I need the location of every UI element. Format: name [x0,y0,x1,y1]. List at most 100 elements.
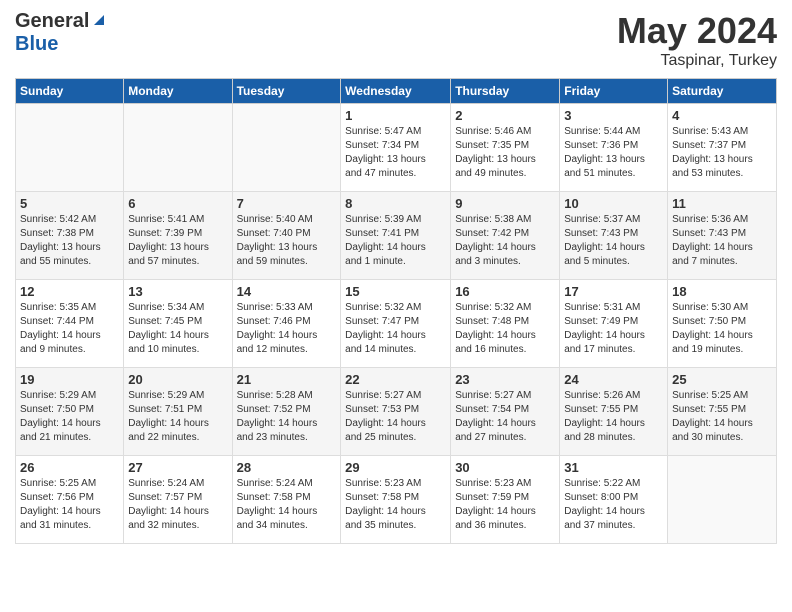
day-number: 21 [237,372,337,387]
day-info: Sunrise: 5:24 AM Sunset: 7:58 PM Dayligh… [237,477,337,533]
day-number: 30 [455,460,555,475]
day-info: Sunrise: 5:28 AM Sunset: 7:52 PM Dayligh… [237,389,337,445]
day-number: 5 [20,196,119,211]
calendar-cell: 14Sunrise: 5:33 AM Sunset: 7:46 PM Dayli… [232,280,341,368]
calendar-table: Sunday Monday Tuesday Wednesday Thursday… [15,78,777,544]
title-block: May 2024 Taspinar, Turkey [617,10,777,70]
calendar-cell [668,456,777,544]
day-number: 14 [237,284,337,299]
calendar-week-2: 5 Sunrise: 5:42 AM Sunset: 7:38 PM Daylig… [16,192,777,280]
calendar-cell: 30 Sunrise: 5:23 AM Sunset: 7:59 PM Dayli… [451,456,560,544]
calendar-cell: 4 Sunrise: 5:43 AM Sunset: 7:37 PM Daylig… [668,104,777,192]
calendar-cell: 7 Sunrise: 5:40 AM Sunset: 7:40 PM Daylig… [232,192,341,280]
calendar-cell: 31 Sunrise: 5:22 AM Sunset: 8:00 PM Dayli… [560,456,668,544]
calendar-cell: 18Sunrise: 5:30 AM Sunset: 7:50 PM Dayli… [668,280,777,368]
day-info: Sunrise: 5:44 AM Sunset: 7:36 PM Dayligh… [564,125,663,181]
calendar-cell: 20Sunrise: 5:29 AM Sunset: 7:51 PM Dayli… [124,368,232,456]
calendar-cell: 12 Sunrise: 5:35 AM Sunset: 7:44 PM Dayli… [16,280,124,368]
day-number: 31 [564,460,663,475]
day-number: 9 [455,196,555,211]
day-number: 25 [672,372,772,387]
calendar-cell: 28 Sunrise: 5:24 AM Sunset: 7:58 PM Dayli… [232,456,341,544]
day-number: 16 [455,284,555,299]
calendar-week-4: 19 Sunrise: 5:29 AM Sunset: 7:50 PM Dayli… [16,368,777,456]
day-number: 18 [672,284,772,299]
calendar-cell: 22 Sunrise: 5:27 AM Sunset: 7:53 PM Dayli… [341,368,451,456]
day-info: Sunrise: 5:22 AM Sunset: 8:00 PM Dayligh… [564,477,663,533]
day-info: Sunrise: 5:23 AM Sunset: 7:59 PM Dayligh… [455,477,555,533]
day-number: 2 [455,108,555,123]
logo-triangle-icon [90,11,108,29]
day-number: 23 [455,372,555,387]
calendar-title: May 2024 [617,10,777,52]
day-info: Sunrise: 5:42 AM Sunset: 7:38 PM Dayligh… [20,213,119,269]
day-info: Sunrise: 5:40 AM Sunset: 7:40 PM Dayligh… [237,213,337,269]
day-info: Sunrise: 5:27 AM Sunset: 7:53 PM Dayligh… [345,389,446,445]
day-number: 27 [128,460,227,475]
day-info: Sunrise: 5:31 AM Sunset: 7:49 PM Dayligh… [564,301,663,357]
day-info: Sunrise: 5:37 AM Sunset: 7:43 PM Dayligh… [564,213,663,269]
calendar-cell: 11Sunrise: 5:36 AM Sunset: 7:43 PM Dayli… [668,192,777,280]
day-info: Sunrise: 5:25 AM Sunset: 7:55 PM Dayligh… [672,389,772,445]
day-info: Sunrise: 5:29 AM Sunset: 7:50 PM Dayligh… [20,389,119,445]
day-info: Sunrise: 5:25 AM Sunset: 7:56 PM Dayligh… [20,477,119,533]
day-number: 7 [237,196,337,211]
day-number: 12 [20,284,119,299]
day-number: 22 [345,372,446,387]
calendar-header: General Blue May 2024 Taspinar, Turkey [15,10,777,70]
day-number: 3 [564,108,663,123]
day-info: Sunrise: 5:24 AM Sunset: 7:57 PM Dayligh… [128,477,227,533]
day-number: 17 [564,284,663,299]
day-number: 11 [672,196,772,211]
day-info: Sunrise: 5:26 AM Sunset: 7:55 PM Dayligh… [564,389,663,445]
day-number: 13 [128,284,227,299]
header-thursday: Thursday [451,79,560,104]
day-number: 20 [128,372,227,387]
day-info: Sunrise: 5:35 AM Sunset: 7:44 PM Dayligh… [20,301,119,357]
logo-blue-text: Blue [15,33,58,55]
logo: General Blue [15,10,108,56]
day-number: 4 [672,108,772,123]
day-number: 28 [237,460,337,475]
calendar-cell: 1 Sunrise: 5:47 AM Sunset: 7:34 PM Daylig… [341,104,451,192]
header-saturday: Saturday [668,79,777,104]
calendar-cell: 23Sunrise: 5:27 AM Sunset: 7:54 PM Dayli… [451,368,560,456]
day-number: 10 [564,196,663,211]
calendar-cell: 29Sunrise: 5:23 AM Sunset: 7:58 PM Dayli… [341,456,451,544]
day-number: 24 [564,372,663,387]
calendar-cell: 13 Sunrise: 5:34 AM Sunset: 7:45 PM Dayli… [124,280,232,368]
header-tuesday: Tuesday [232,79,341,104]
day-number: 19 [20,372,119,387]
calendar-cell: 2Sunrise: 5:46 AM Sunset: 7:35 PM Daylig… [451,104,560,192]
day-info: Sunrise: 5:43 AM Sunset: 7:37 PM Dayligh… [672,125,772,181]
day-info: Sunrise: 5:32 AM Sunset: 7:48 PM Dayligh… [455,301,555,357]
header-monday: Monday [124,79,232,104]
day-number: 1 [345,108,446,123]
header-sunday: Sunday [16,79,124,104]
calendar-cell [124,104,232,192]
day-info: Sunrise: 5:39 AM Sunset: 7:41 PM Dayligh… [345,213,446,269]
day-number: 29 [345,460,446,475]
calendar-cell: 17 Sunrise: 5:31 AM Sunset: 7:49 PM Dayli… [560,280,668,368]
day-info: Sunrise: 5:47 AM Sunset: 7:34 PM Dayligh… [345,125,446,181]
day-info: Sunrise: 5:41 AM Sunset: 7:39 PM Dayligh… [128,213,227,269]
day-info: Sunrise: 5:34 AM Sunset: 7:45 PM Dayligh… [128,301,227,357]
calendar-cell: 3 Sunrise: 5:44 AM Sunset: 7:36 PM Daylig… [560,104,668,192]
calendar-cell: 26Sunrise: 5:25 AM Sunset: 7:56 PM Dayli… [16,456,124,544]
calendar-cell: 27 Sunrise: 5:24 AM Sunset: 7:57 PM Dayli… [124,456,232,544]
day-info: Sunrise: 5:38 AM Sunset: 7:42 PM Dayligh… [455,213,555,269]
calendar-week-5: 26Sunrise: 5:25 AM Sunset: 7:56 PM Dayli… [16,456,777,544]
calendar-week-1: 1 Sunrise: 5:47 AM Sunset: 7:34 PM Daylig… [16,104,777,192]
calendar-cell: 10 Sunrise: 5:37 AM Sunset: 7:43 PM Dayli… [560,192,668,280]
day-number: 6 [128,196,227,211]
calendar-cell: 5 Sunrise: 5:42 AM Sunset: 7:38 PM Daylig… [16,192,124,280]
calendar-cell: 25 Sunrise: 5:25 AM Sunset: 7:55 PM Dayli… [668,368,777,456]
calendar-week-3: 12 Sunrise: 5:35 AM Sunset: 7:44 PM Dayli… [16,280,777,368]
calendar-cell: 15Sunrise: 5:32 AM Sunset: 7:47 PM Dayli… [341,280,451,368]
calendar-cell: 24 Sunrise: 5:26 AM Sunset: 7:55 PM Dayli… [560,368,668,456]
calendar-cell: 8Sunrise: 5:39 AM Sunset: 7:41 PM Daylig… [341,192,451,280]
calendar-cell: 16 Sunrise: 5:32 AM Sunset: 7:48 PM Dayli… [451,280,560,368]
calendar-cell [16,104,124,192]
calendar-cell [232,104,341,192]
calendar-cell: 21 Sunrise: 5:28 AM Sunset: 7:52 PM Dayli… [232,368,341,456]
